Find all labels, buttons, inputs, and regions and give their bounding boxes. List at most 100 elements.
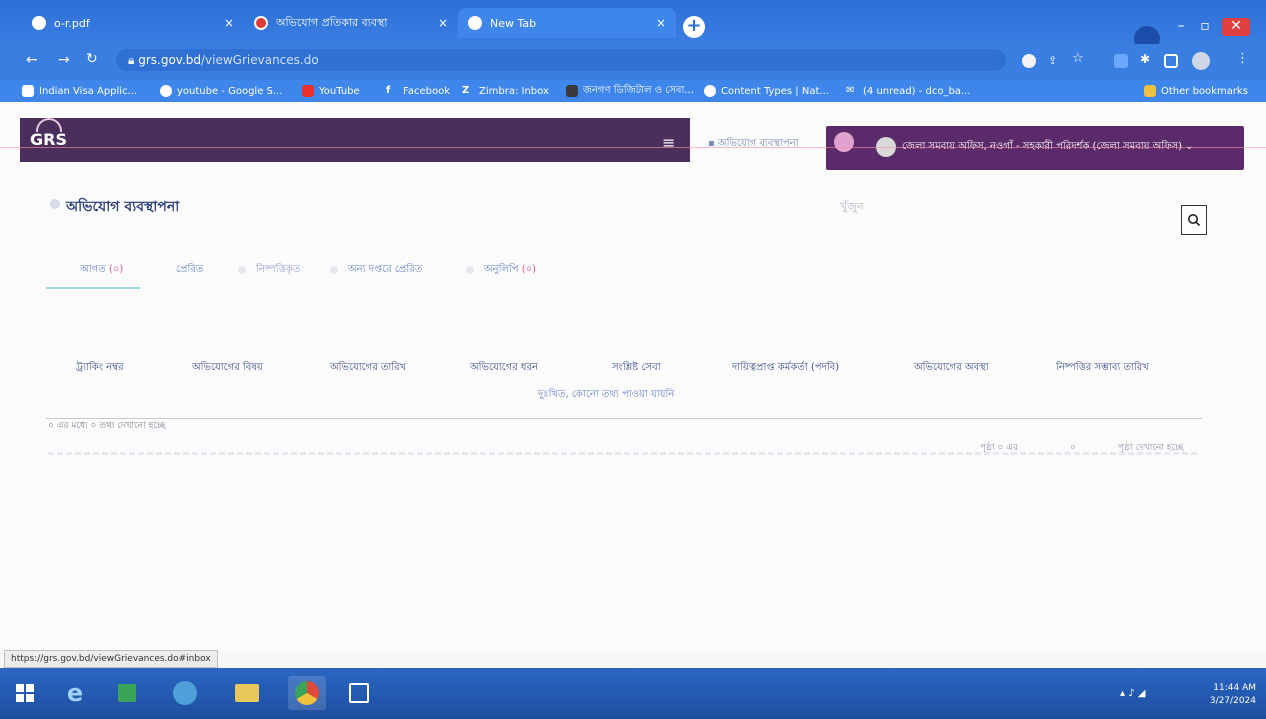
- volume-icon: ♪: [1128, 688, 1135, 699]
- column-header-date[interactable]: অভিযোগের তারিখ: [330, 360, 406, 377]
- bookmark-item[interactable]: Content Types | Nat...: [704, 83, 829, 99]
- bookmark-label: Facebook: [403, 85, 450, 97]
- tab-cc[interactable]: অনুলিপি (০): [484, 262, 536, 279]
- close-icon[interactable]: ×: [438, 16, 448, 30]
- chevron-up-icon: ▴: [1120, 688, 1126, 699]
- google-icon: [160, 85, 172, 97]
- table-info: ০ এর মধ্যে ০ তথ্য দেখানো হচ্ছে: [48, 421, 166, 431]
- tab-inbox[interactable]: আগত (০): [80, 262, 123, 279]
- user-avatar-icon[interactable]: [1192, 52, 1210, 70]
- forward-icon[interactable]: →: [58, 52, 70, 68]
- chrome-icon: [295, 681, 319, 705]
- bookmark-label: Zimbra: Inbox: [479, 85, 549, 97]
- new-tab-button[interactable]: +: [683, 16, 705, 38]
- close-icon[interactable]: ×: [224, 16, 234, 30]
- page-title-icon: [50, 199, 60, 209]
- bookmark-item[interactable]: জনগণ ডিজিটাল ও সেবা...: [566, 83, 694, 99]
- back-icon[interactable]: ←: [26, 52, 38, 68]
- globe-icon: [22, 85, 34, 97]
- puzzle-icon[interactable]: ✱: [1140, 52, 1154, 66]
- clock-date: 3/27/2024: [1209, 696, 1256, 706]
- start-button[interactable]: [6, 676, 44, 710]
- column-header-service[interactable]: সংশ্লিষ্ট সেবা: [612, 360, 661, 377]
- tab-sent[interactable]: প্রেরিত: [176, 262, 203, 279]
- url-path: /viewGrievances.do: [201, 53, 319, 67]
- extension-g-icon[interactable]: [1114, 54, 1128, 68]
- sidepanel-icon[interactable]: [1164, 54, 1178, 68]
- reload-icon[interactable]: ↻: [86, 51, 98, 67]
- file-explorer-icon[interactable]: [228, 676, 266, 710]
- bookmark-label: YouTube: [319, 85, 360, 97]
- bookmark-item[interactable]: Indian Visa Applic...: [22, 83, 137, 99]
- scan-line: [0, 147, 1266, 148]
- calculator-app-icon[interactable]: [340, 676, 378, 710]
- tab-label: প্রেরিত: [176, 264, 204, 275]
- chrome-taskbar-icon[interactable]: [288, 676, 326, 710]
- tab-separator-icon: [466, 266, 474, 274]
- search-button[interactable]: [1181, 205, 1207, 235]
- nav-grievance-management[interactable]: ▪ অভিযোগ ব্যবস্থাপনা: [708, 136, 799, 153]
- lock-icon: 🔒︎: [128, 53, 139, 67]
- menu-icon[interactable]: ≡: [662, 133, 675, 152]
- tab-title: অভিযোগ প্রতিকার ব্যবস্থা: [276, 15, 388, 29]
- browser-tab-pdf[interactable]: o-r.pdf ×: [22, 8, 244, 38]
- app-header: [20, 118, 690, 162]
- address-input[interactable]: 🔒︎ grs.gov.bd/viewGrievances.do: [116, 49, 1006, 71]
- zimbra-icon: Z: [462, 85, 470, 96]
- tab-label: অনুলিপি: [484, 264, 519, 275]
- browser-tab-new[interactable]: New Tab ×: [458, 8, 676, 38]
- taskbar-clock[interactable]: 11:44 AM 3/27/2024: [1200, 682, 1256, 708]
- globe-icon: [704, 85, 716, 97]
- bookmark-item[interactable]: f Facebook: [386, 83, 450, 99]
- star-icon[interactable]: ☆: [1072, 51, 1086, 66]
- column-header-tracking[interactable]: ট্র্যাকিং নম্বর: [76, 360, 124, 377]
- column-header-officer[interactable]: দায়িত্বপ্রাপ্ত কর্মকর্তা (পদবি): [732, 360, 839, 377]
- tab-count: (০): [108, 264, 124, 275]
- folder-icon: [1144, 85, 1156, 97]
- column-header-due-date[interactable]: নিষ্পত্তির সম্ভাব্য তারিখ: [1056, 360, 1149, 377]
- mail-icon: ✉: [846, 85, 855, 96]
- clock-time: 11:44 AM: [1213, 683, 1256, 693]
- column-header-subject[interactable]: অভিযোগের বিষয়: [192, 360, 263, 377]
- facebook-icon: f: [386, 85, 391, 96]
- tab-label: অন্য দপ্তরে প্রেরিত: [348, 264, 423, 275]
- page-title: অভিযোগ ব্যবস্থাপনা: [66, 199, 180, 215]
- empty-table-message: দুঃখিত, কোনো তথ্য পাওয়া যায়নি: [538, 389, 675, 400]
- minimize-icon[interactable]: –: [1172, 18, 1190, 36]
- site-icon: [566, 85, 578, 97]
- google-lens-icon[interactable]: [1022, 54, 1036, 68]
- tab-separator-icon: [330, 266, 338, 274]
- tab-resolved[interactable]: নিষ্পত্তিকৃত: [256, 262, 300, 279]
- folder-icon: [235, 684, 259, 702]
- store-icon: [118, 684, 136, 702]
- bookmark-item[interactable]: Z Zimbra: Inbox: [462, 83, 549, 99]
- column-header-status[interactable]: অভিযোগের অবস্থা: [914, 360, 989, 377]
- status-bar-url: https://grs.gov.bd/viewGrievances.do#inb…: [4, 650, 218, 668]
- network-app-icon[interactable]: [166, 676, 204, 710]
- network-icon: ◢: [1137, 688, 1146, 699]
- tab-forwarded[interactable]: অন্য দপ্তরে প্রেরিত: [348, 262, 422, 279]
- tab-title: o-r.pdf: [54, 16, 90, 30]
- column-header-type[interactable]: অভিযোগের ধরন: [470, 360, 538, 377]
- restore-icon[interactable]: ▫: [1196, 18, 1214, 36]
- bookmark-item[interactable]: YouTube: [302, 83, 360, 99]
- bookmark-item[interactable]: ✉ (4 unread) - dco_ba...: [846, 83, 970, 99]
- window-close-icon[interactable]: ✕: [1222, 18, 1250, 36]
- chrome-icon: [468, 16, 482, 30]
- horizontal-scrollbar[interactable]: [48, 452, 1198, 455]
- bookmark-item[interactable]: youtube - Google S...: [160, 83, 282, 99]
- system-tray[interactable]: ▴ ♪ ◢: [1120, 688, 1146, 699]
- close-icon[interactable]: ×: [656, 16, 666, 30]
- browser-tab-grs[interactable]: অভিযোগ প্রতিকার ব্যবস্থা ×: [244, 8, 458, 38]
- bookmark-label: Content Types | Nat...: [721, 85, 829, 97]
- kebab-menu-icon[interactable]: ⋮: [1236, 51, 1250, 66]
- search-input[interactable]: খুঁজুন: [840, 198, 864, 217]
- search-icon: [1188, 214, 1201, 227]
- site-favicon-icon: [254, 16, 268, 30]
- bell-icon[interactable]: [834, 132, 854, 152]
- tab-title: New Tab: [490, 16, 537, 30]
- internet-explorer-icon[interactable]: e: [56, 676, 94, 710]
- share-icon[interactable]: ⇪: [1048, 54, 1062, 68]
- other-bookmarks[interactable]: Other bookmarks: [1144, 83, 1248, 99]
- store-app-icon[interactable]: [108, 676, 146, 710]
